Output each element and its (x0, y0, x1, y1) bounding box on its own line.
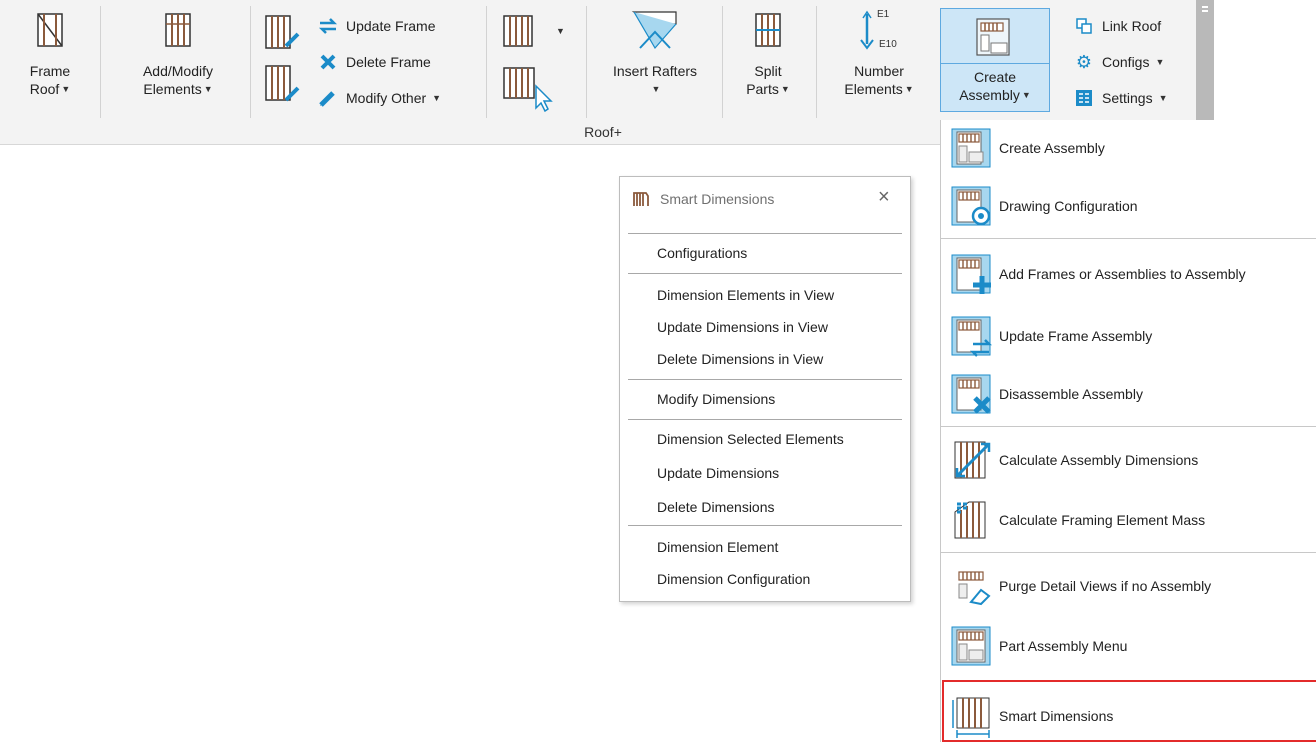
menu-divider (941, 426, 1316, 427)
settings-icon (1074, 88, 1094, 108)
frame-view-icon (503, 15, 533, 47)
smart-dimensions-header: Smart Dimensions × (620, 177, 910, 223)
menu-item-add-frames[interactable]: Add Frames or Assemblies to Assembly (941, 248, 1316, 300)
add-modify-elements-button[interactable]: Add/Modify Elements ▼ (122, 10, 234, 98)
delete-frame-button[interactable]: Delete Frame (318, 50, 431, 74)
smart-dimensions-highlight (942, 680, 1316, 742)
split-parts-icon (755, 13, 781, 47)
number-elements-button[interactable]: E1 E10 Number Elements ▼ (834, 9, 924, 98)
smart-dimensions-icon (633, 192, 649, 206)
chevron-down-icon: ▼ (651, 84, 661, 94)
select-frame-icon[interactable] (498, 62, 554, 112)
ribbon-divider (250, 6, 251, 118)
menu-item-create-assembly[interactable]: Create Assembly (941, 122, 1316, 174)
add-frames-icon (951, 254, 991, 294)
part-assembly-icon (951, 626, 991, 666)
modify-frame-large-icon (265, 65, 300, 102)
chevron-down-icon: ▼ (780, 84, 790, 94)
smart-dimensions-panel: Smart Dimensions × Configurations Dimens… (619, 176, 911, 602)
menu-item-calculate-dimensions[interactable]: Calculate Assembly Dimensions (941, 434, 1316, 486)
create-assembly-icon (976, 18, 1010, 56)
disassemble-icon (951, 374, 991, 414)
chevron-down-icon: ▼ (1155, 57, 1165, 67)
ribbon-divider (816, 6, 817, 118)
menu-divider (941, 552, 1316, 553)
frame-roof-icon (37, 13, 63, 47)
link-roof-button[interactable]: Link Roof (1074, 14, 1161, 38)
update-frame-button[interactable]: Update Frame (318, 14, 435, 38)
chevron-down-icon: ▼ (203, 84, 213, 94)
menu-item-update-frame-assembly[interactable]: Update Frame Assembly (941, 310, 1316, 362)
create-assembly-button[interactable]: Create Assembly ▼ (940, 8, 1050, 112)
add-modify-elements-icon (165, 13, 191, 47)
sync-arrows-icon (318, 16, 338, 36)
chevron-down-icon: ▼ (432, 93, 442, 103)
chevron-down-icon: ▼ (904, 84, 914, 94)
ribbon-divider (100, 6, 101, 118)
delete-dimensions-item[interactable]: Delete Dimensions (657, 499, 775, 515)
menu-item-part-assembly[interactable]: Part Assembly Menu (941, 620, 1316, 672)
gear-icon: ⚙ (1075, 51, 1093, 72)
ribbon-scroll-strip[interactable] (1196, 0, 1214, 120)
split-parts-button[interactable]: Split Parts ▼ (738, 10, 798, 98)
configurations-item[interactable]: Configurations (657, 245, 747, 261)
divider (628, 379, 902, 380)
update-dimensions-item[interactable]: Update Dimensions (657, 465, 779, 481)
drawing-configuration-icon (951, 186, 991, 226)
create-assembly-menu: Create Assembly Drawing Configuration Ad… (940, 120, 1316, 742)
menu-item-purge-detail-views[interactable]: Purge Detail Views if no Assembly (941, 560, 1316, 612)
insert-rafters-icon (631, 11, 677, 50)
ribbon-divider (722, 6, 723, 118)
close-icon[interactable]: × (878, 187, 890, 207)
divider (628, 273, 902, 274)
calculate-mass-icon (954, 501, 986, 539)
dimension-configuration-item[interactable]: Dimension Configuration (657, 571, 810, 587)
close-icon (318, 52, 338, 72)
purge-icon (958, 571, 991, 606)
divider (628, 419, 902, 420)
frame-roof-button[interactable]: Frame Roof ▼ (22, 10, 78, 98)
chevron-down-icon: ▼ (556, 26, 565, 36)
number-elements-icon: E1 E10 (849, 9, 909, 50)
menu-item-calculate-mass[interactable]: Calculate Framing Element Mass (941, 494, 1316, 546)
link-roof-icon (1074, 16, 1094, 36)
pencil-icon (318, 88, 338, 108)
create-assembly-icon (951, 128, 991, 168)
menu-divider (941, 238, 1316, 239)
dimension-elements-in-view-item[interactable]: Dimension Elements in View (657, 287, 834, 303)
chevron-down-icon: ▼ (1021, 90, 1031, 100)
menu-item-disassemble[interactable]: Disassemble Assembly (941, 368, 1316, 420)
modify-dimensions-item[interactable]: Modify Dimensions (657, 391, 775, 407)
update-frame-assembly-icon (951, 316, 993, 357)
update-frame-large-icon (265, 15, 300, 49)
menu-item-drawing-configuration[interactable]: Drawing Configuration (941, 180, 1316, 232)
configs-button[interactable]: ⚙ Configs ▼ (1074, 50, 1164, 74)
delete-dimensions-in-view-item[interactable]: Delete Dimensions in View (657, 351, 823, 367)
chevron-down-icon: ▼ (61, 84, 71, 94)
divider (628, 525, 902, 526)
modify-other-button[interactable]: Modify Other ▼ (318, 86, 441, 110)
panel-title: Smart Dimensions (660, 191, 775, 207)
divider (628, 233, 902, 234)
update-dimensions-in-view-item[interactable]: Update Dimensions in View (657, 319, 828, 335)
dimension-selected-elements-item[interactable]: Dimension Selected Elements (657, 431, 844, 447)
insert-rafters-button[interactable]: Insert Rafters ▼ (600, 10, 710, 98)
create-assembly-dropdown[interactable]: Create Assembly ▼ (941, 63, 1049, 111)
settings-button[interactable]: Settings ▼ (1074, 86, 1168, 110)
calculate-dimensions-icon (954, 441, 991, 479)
dimension-element-item[interactable]: Dimension Element (657, 539, 778, 555)
ribbon-divider (486, 6, 487, 118)
frame-view-dropdown-button[interactable]: ▼ (498, 14, 565, 48)
ribbon-divider (586, 6, 587, 118)
chevron-down-icon: ▼ (1158, 93, 1168, 103)
